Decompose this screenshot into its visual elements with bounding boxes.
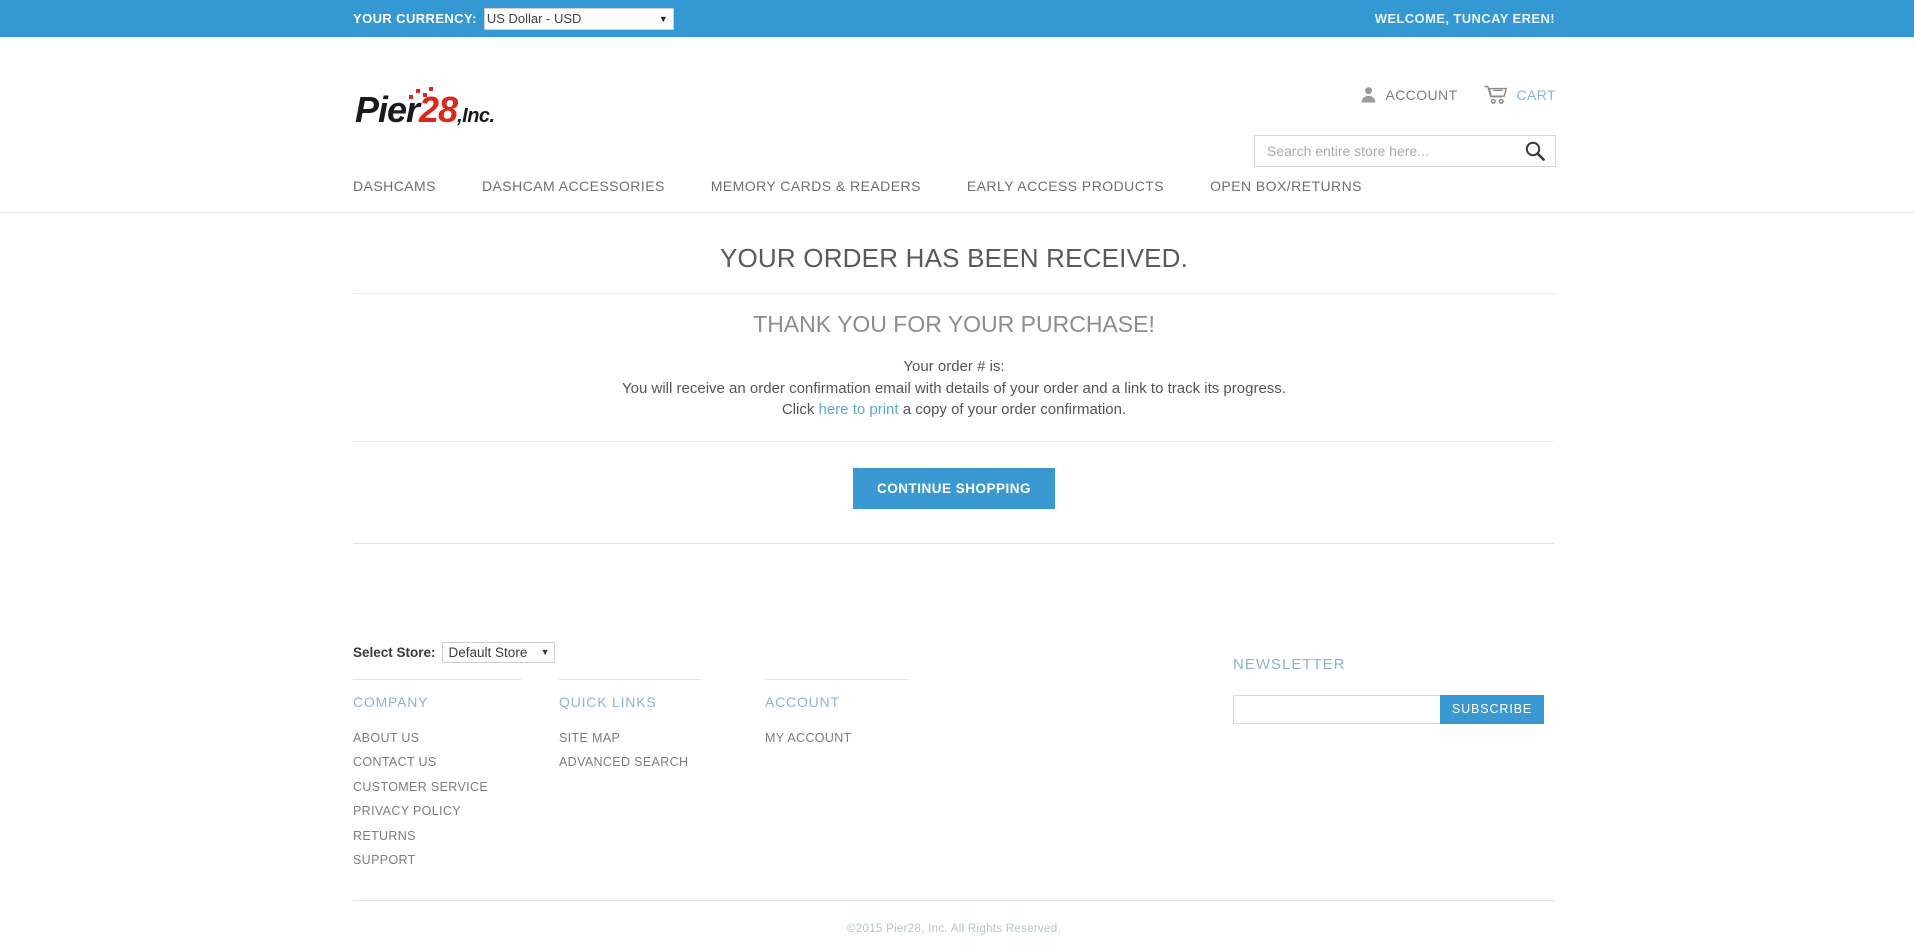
footer-column-account-inner: ACCOUNT MY ACCOUNT <box>765 678 908 751</box>
newsletter-form: SUBSCRIBE <box>1233 694 1544 724</box>
page-title: YOUR ORDER HAS BEEN RECEIVED. <box>353 213 1555 294</box>
account-link-label: ACCOUNT <box>1385 86 1458 103</box>
newsletter-email-input[interactable] <box>1233 694 1440 724</box>
newsletter-heading: NEWSLETTER <box>1233 655 1346 673</box>
footer-link-returns[interactable]: RETURNS <box>353 824 521 849</box>
footer-link-site-map[interactable]: SITE MAP <box>559 726 702 751</box>
logo-text-inc: ,Inc. <box>457 105 495 127</box>
store-select-value: Default Store <box>448 644 528 660</box>
page-subtitle: THANK YOU FOR YOUR PURCHASE! <box>753 311 1155 337</box>
nav-item-memory-cards-readers[interactable]: MEMORY CARDS & READERS <box>711 178 958 194</box>
nav-item-open-box-returns[interactable]: OPEN BOX/RETURNS <box>1210 178 1399 194</box>
order-confirmation-line: You will receive an order confirmation e… <box>622 379 1286 397</box>
cart-link[interactable]: CART <box>1484 85 1556 104</box>
footer-heading-account: ACCOUNT <box>765 693 840 710</box>
footer-heading-company: COMPANY <box>353 693 429 710</box>
main-navigation: DASHCAMS DASHCAM ACCESSORIES MEMORY CARD… <box>0 159 1914 213</box>
footer-link-advanced-search[interactable]: ADVANCED SEARCH <box>559 750 702 775</box>
chevron-down-icon: ▼ <box>658 13 668 24</box>
site-header: Pier28,Inc. ACCOUNT CART <box>0 37 1914 167</box>
footer-column-company-inner: COMPANY ABOUT US CONTACT US CUSTOMER SER… <box>353 678 521 873</box>
footer-link-about-us[interactable]: ABOUT US <box>353 726 521 751</box>
shopping-cart-icon <box>1484 85 1508 104</box>
currency-select[interactable]: US Dollar - USD ▼ <box>483 7 674 30</box>
footer-column-company: COMPANY ABOUT US CONTACT US CUSTOMER SER… <box>353 678 559 873</box>
footer-link-my-account[interactable]: MY ACCOUNT <box>765 726 908 751</box>
logo-dots-decoration <box>407 87 433 101</box>
welcome-message: WELCOME, TUNCAY EREN! <box>1374 11 1555 26</box>
nav-item-early-access-products[interactable]: EARLY ACCESS PRODUCTS <box>967 178 1201 194</box>
footer-column-account: ACCOUNT MY ACCOUNT <box>765 678 971 873</box>
account-link[interactable]: ACCOUNT <box>1360 86 1458 103</box>
copyright-bar: ©2015 Pier28, Inc. All Rights Reserved. <box>353 899 1555 937</box>
main-container: YOUR ORDER HAS BEEN RECEIVED. THANK YOU … <box>353 213 1555 873</box>
currency-selector-group: YOUR CURRENCY: US Dollar - USD ▼ <box>353 0 674 37</box>
newsletter-subscribe-button[interactable]: SUBSCRIBE <box>1440 694 1544 724</box>
footer-link-support[interactable]: SUPPORT <box>353 848 521 873</box>
nav-items-container: DASHCAMS DASHCAM ACCESSORIES MEMORY CARD… <box>353 159 1408 213</box>
continue-shopping-button[interactable]: CONTINUE SHOPPING <box>852 467 1055 509</box>
store-selector-row: Select Store: Default Store ▼ <box>353 544 1555 663</box>
newsletter-block: NEWSLETTER SUBSCRIBE <box>1233 656 1553 724</box>
footer-heading-quick-links: QUICK LINKS <box>559 693 657 710</box>
order-number-prefix: Your order # is: <box>903 358 1005 375</box>
print-suffix-text: a copy of your order confirmation. <box>898 401 1127 418</box>
footer-link-customer-service[interactable]: CUSTOMER SERVICE <box>353 775 521 800</box>
copyright-text: ©2015 Pier28, Inc. All Rights Reserved. <box>847 922 1061 935</box>
footer-area: NEWSLETTER SUBSCRIBE Select Store: Defau… <box>353 544 1555 873</box>
search-icon <box>1525 141 1545 161</box>
store-selector-label: Select Store: <box>353 644 436 660</box>
nav-item-dashcam-accessories[interactable]: DASHCAM ACCESSORIES <box>482 178 702 194</box>
print-prefix-text: Click <box>781 401 819 418</box>
currency-select-value: US Dollar - USD <box>486 10 582 26</box>
user-icon <box>1360 86 1377 103</box>
top-currency-bar: YOUR CURRENCY: US Dollar - USD ▼ WELCOME… <box>0 0 1914 37</box>
header-account-links: ACCOUNT CART <box>1360 85 1557 104</box>
footer-column-quick-links-inner: QUICK LINKS SITE MAP ADVANCED SEARCH <box>559 678 702 775</box>
nav-item-dashcams[interactable]: DASHCAMS <box>353 178 473 194</box>
footer-link-contact-us[interactable]: CONTACT US <box>353 750 521 775</box>
order-number-line: Your order # is: <box>353 356 1555 378</box>
print-order-link[interactable]: here to print <box>819 401 899 418</box>
order-print-line: Click here to print a copy of your order… <box>353 399 1555 421</box>
store-select[interactable]: Default Store ▼ <box>441 641 555 663</box>
footer-column-quick-links: QUICK LINKS SITE MAP ADVANCED SEARCH <box>559 678 765 873</box>
continue-shopping-row: CONTINUE SHOPPING <box>353 442 1555 544</box>
cart-link-label: CART <box>1516 86 1556 103</box>
footer-link-privacy-policy[interactable]: PRIVACY POLICY <box>353 799 521 824</box>
chevron-down-icon: ▼ <box>540 647 550 657</box>
order-details-block: Your order # is: You will receive an ord… <box>353 342 1555 442</box>
currency-label: YOUR CURRENCY: <box>353 11 477 26</box>
